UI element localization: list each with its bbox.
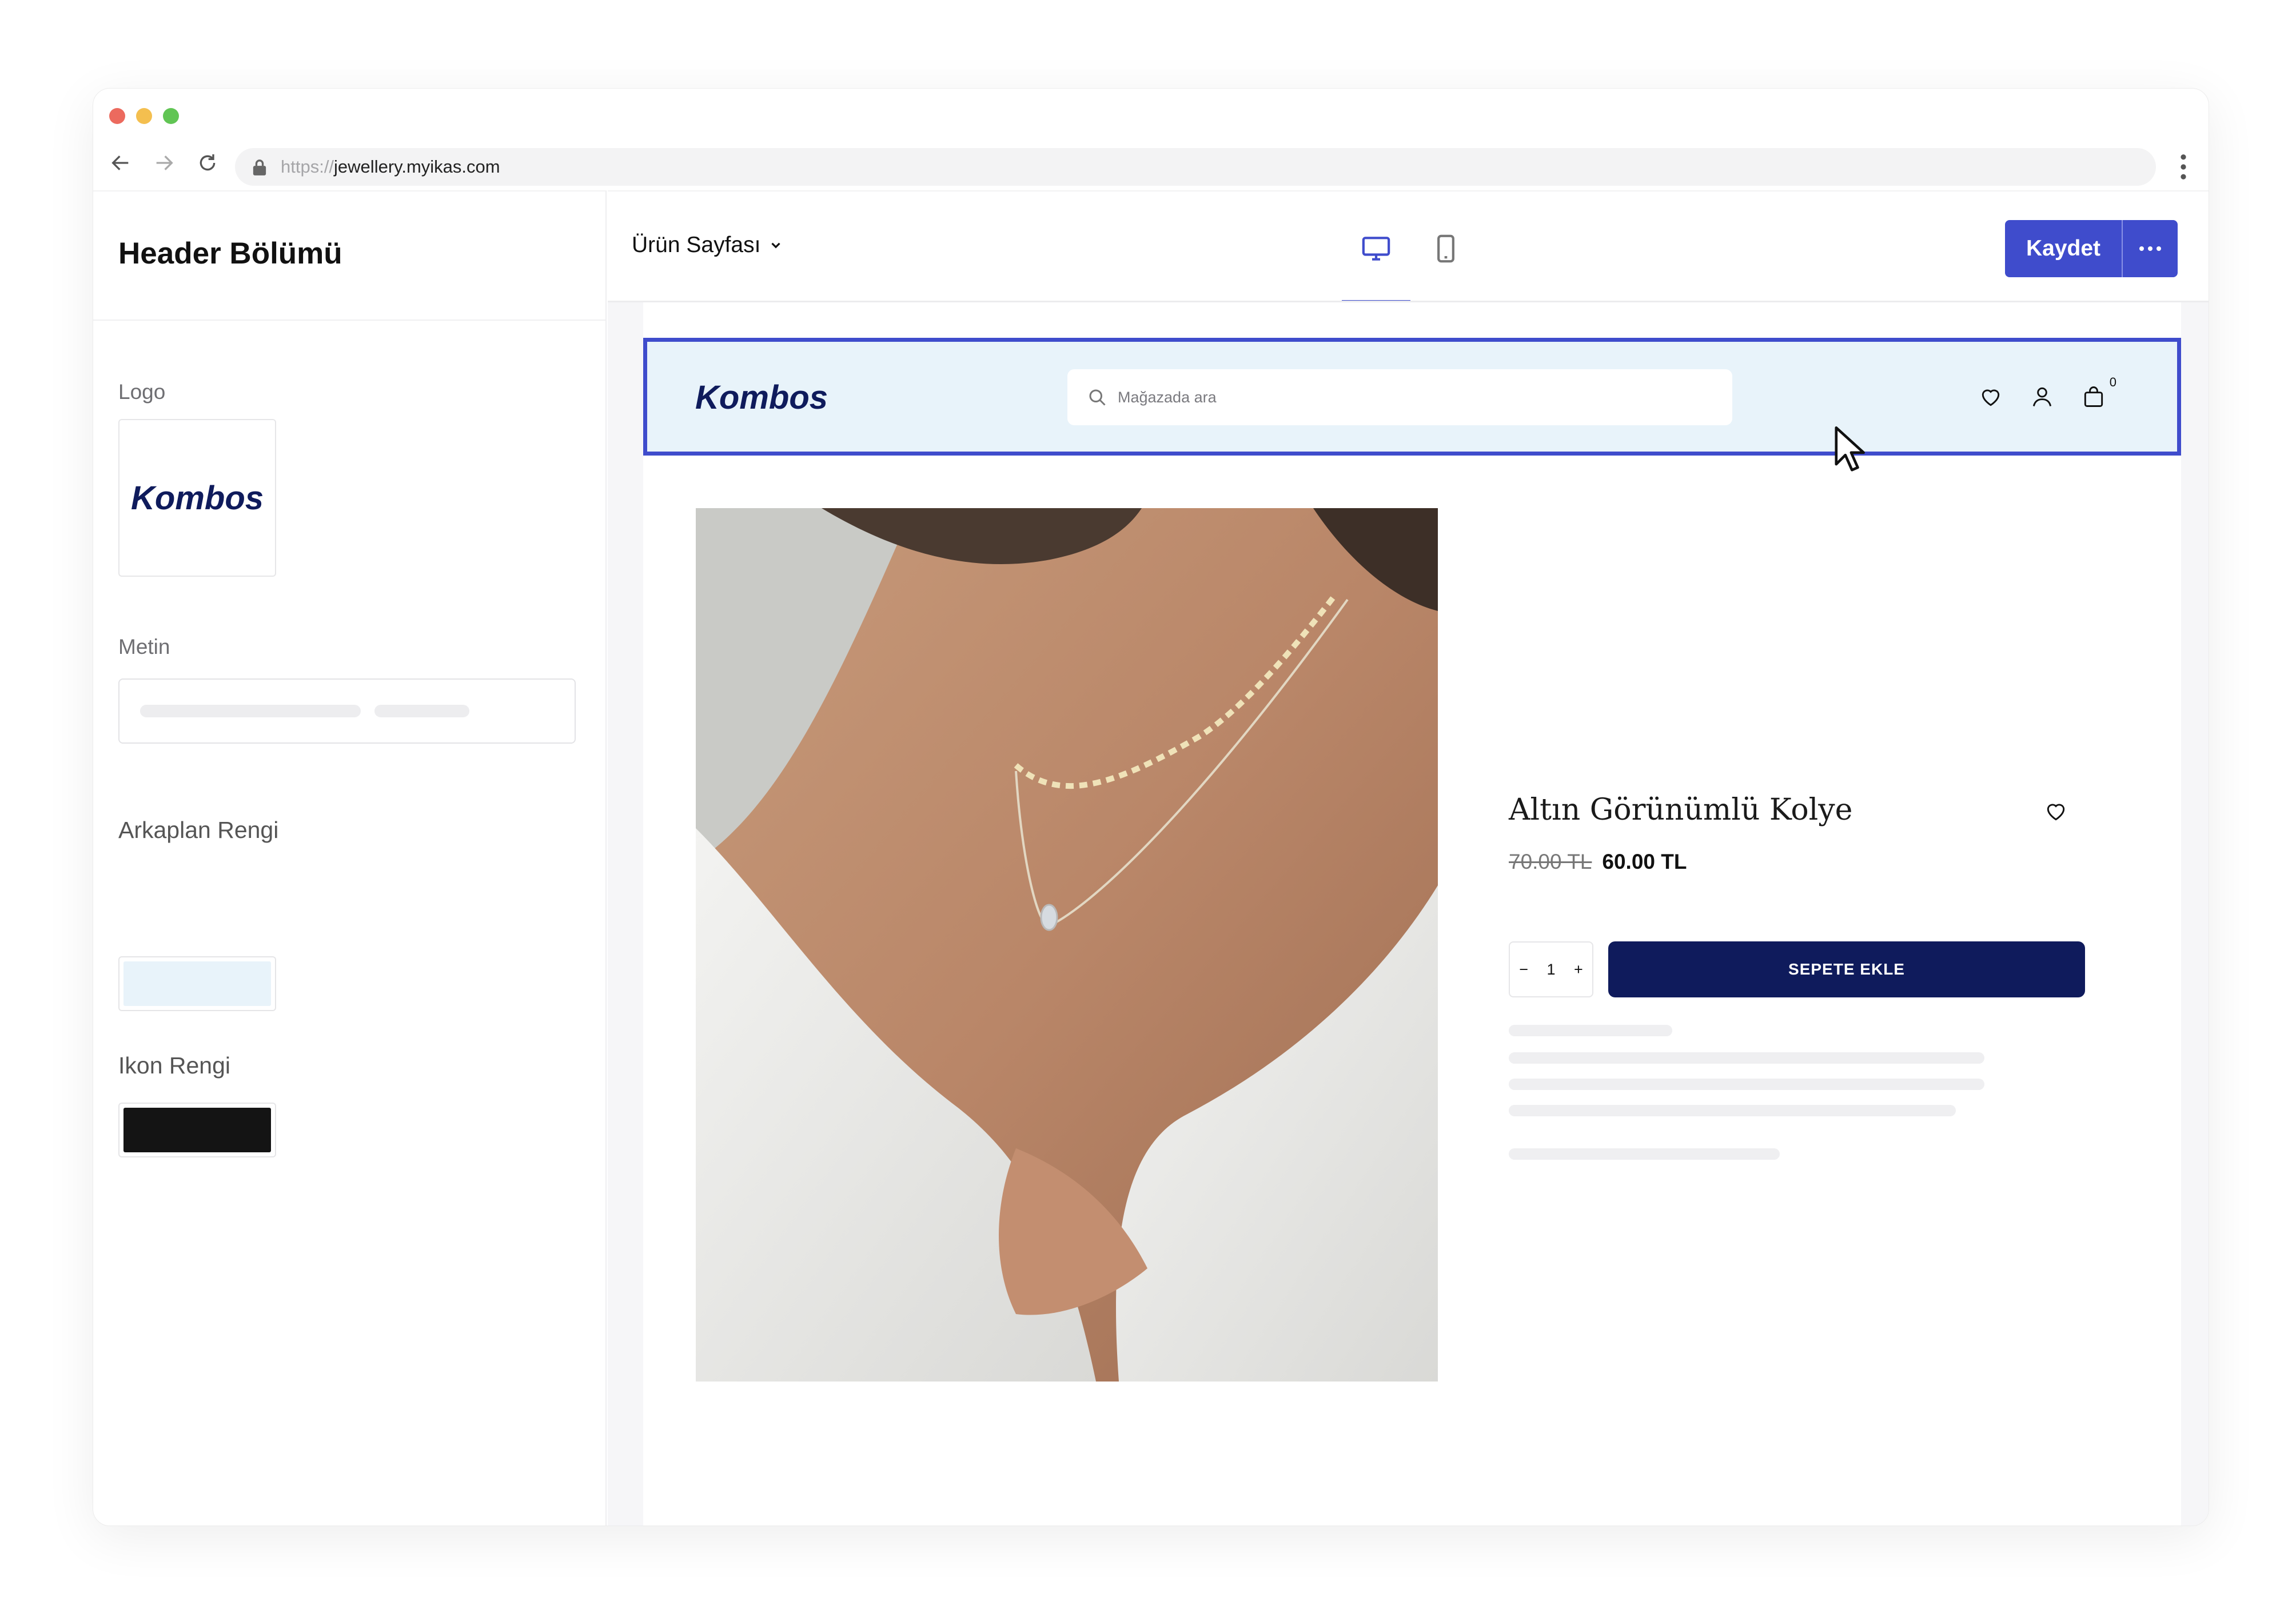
icon-color-swatch[interactable] <box>118 1103 276 1157</box>
editor-toolbar: Ürün Sayfası Kaydet <box>608 190 2209 304</box>
logo-preview: Kombos <box>131 479 264 517</box>
product-title: Altın Görünümlü Kolye <box>1509 793 1853 827</box>
lock-icon <box>253 159 266 175</box>
site-logo[interactable]: Kombos <box>695 378 828 417</box>
page-select-label: Ürün Sayfası <box>632 233 761 257</box>
bg-color-label: Arkaplan Rengi <box>118 817 279 843</box>
header-icons: 0 <box>1978 375 2116 409</box>
maximize-window-button[interactable] <box>163 108 179 124</box>
close-window-button[interactable] <box>109 108 125 124</box>
bg-color-swatch[interactable] <box>118 956 276 1011</box>
description-placeholder-bar <box>1509 1105 1956 1116</box>
description-placeholder-bar <box>1509 1025 1672 1036</box>
more-options-button[interactable] <box>2122 220 2178 277</box>
cart-count-badge: 0 <box>2109 375 2116 389</box>
page-select[interactable]: Ürün Sayfası <box>632 233 783 258</box>
mobile-icon <box>1437 234 1454 263</box>
save-button[interactable]: Kaydet <box>2005 220 2122 277</box>
quantity-increase-button[interactable]: + <box>1574 961 1583 979</box>
browser-nav <box>109 151 219 174</box>
wishlist-heart-icon[interactable] <box>2043 798 2068 824</box>
search-placeholder: Mağazada ara <box>1118 388 1217 406</box>
logo-upload[interactable]: Kombos <box>118 419 276 577</box>
cart-button[interactable]: 0 <box>2081 375 2116 409</box>
browser-window: https://jewellery.myikas.com Header Bölü… <box>93 88 2209 1526</box>
shopping-bag-icon <box>2084 386 2103 407</box>
back-arrow-icon[interactable] <box>109 151 132 174</box>
sidebar-title: Header Bölümü <box>118 237 342 270</box>
chevron-down-icon <box>771 242 781 249</box>
minimize-window-button[interactable] <box>136 108 152 124</box>
heart-icon[interactable] <box>1978 384 2003 409</box>
preview-page: Kombos Mağazada ara 0 Altın Görünümlü Ko… <box>643 302 2181 1526</box>
mobile-view-button[interactable] <box>1412 226 1480 272</box>
new-price: 60.00 TL <box>1602 850 1687 873</box>
preview-canvas: Kombos Mağazada ara 0 Altın Görünümlü Ko… <box>608 302 2209 1526</box>
site-header-selected[interactable]: Kombos Mağazada ara 0 <box>643 338 2181 456</box>
address-bar[interactable]: https://jewellery.myikas.com <box>235 148 2156 186</box>
add-to-cart-button[interactable]: SEPETE EKLE <box>1608 941 2085 997</box>
product-photo-illustration <box>696 508 1438 1382</box>
desktop-view-button[interactable] <box>1342 226 1410 304</box>
url-host: jewellery.myikas.com <box>334 157 500 177</box>
quantity-value: 1 <box>1546 960 1556 978</box>
product-image[interactable] <box>696 508 1438 1382</box>
text-input[interactable] <box>118 678 576 744</box>
save-button-group: Kaydet <box>2005 220 2178 277</box>
description-placeholder-bar <box>1509 1079 1984 1090</box>
sidebar-divider <box>93 320 605 321</box>
description-placeholder-bar <box>1509 1148 1780 1160</box>
desktop-icon <box>1362 237 1390 261</box>
quantity-stepper[interactable]: − 1 + <box>1509 941 1593 997</box>
description-placeholder-bar <box>1509 1052 1984 1064</box>
window-controls <box>109 108 179 124</box>
text-placeholder-bar <box>140 705 361 717</box>
quantity-decrease-button[interactable]: − <box>1519 961 1528 979</box>
price-row: 70.00 TL 60.00 TL <box>1509 850 1687 874</box>
mouse-pointer-icon <box>1835 426 1865 472</box>
text-label: Metin <box>118 635 170 658</box>
browser-menu-icon[interactable] <box>2180 154 2187 180</box>
icon-color-fill <box>123 1108 271 1152</box>
search-icon <box>1089 389 1106 406</box>
user-icon[interactable] <box>2030 384 2055 409</box>
text-placeholder-bar <box>374 705 469 717</box>
reload-icon[interactable] <box>196 151 219 174</box>
site-search-input[interactable]: Mağazada ara <box>1067 369 1732 425</box>
bg-color-fill <box>123 961 271 1006</box>
more-horizontal-icon <box>2139 246 2161 251</box>
url-protocol: https:// <box>281 157 334 177</box>
forward-arrow-icon[interactable] <box>153 151 176 174</box>
logo-label: Logo <box>118 380 166 404</box>
icon-color-label: Ikon Rengi <box>118 1052 231 1079</box>
settings-sidebar: Header Bölümü Logo Kombos Metin Arkaplan… <box>93 190 607 1526</box>
old-price: 70.00 TL <box>1509 850 1592 873</box>
